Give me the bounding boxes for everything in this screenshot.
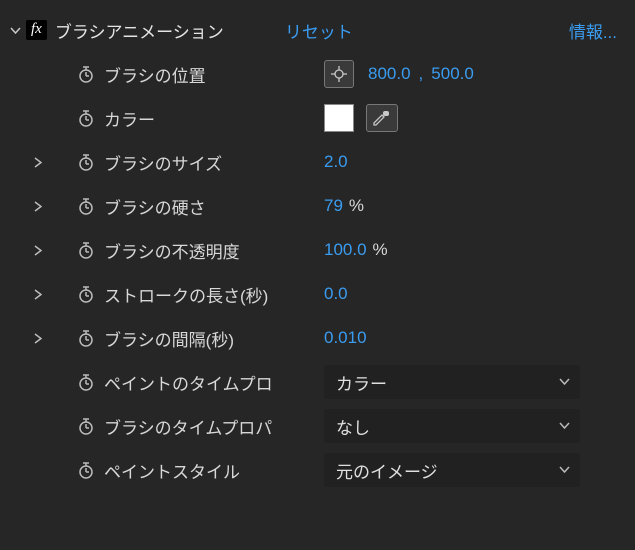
- label-brush-opacity: ブラシの不透明度: [104, 238, 324, 263]
- dropdown-selected: なし: [336, 414, 370, 439]
- expand-brush-size[interactable]: [6, 157, 68, 168]
- stopwatch-icon: [76, 372, 96, 392]
- prop-row-color: カラー: [0, 96, 635, 140]
- effect-header-row: fx ブラシアニメーション リセット 情報...: [0, 8, 635, 52]
- crosshair-icon: [330, 65, 348, 83]
- stopwatch-brush-time-prop[interactable]: [68, 416, 104, 436]
- eyedropper-button[interactable]: [366, 104, 398, 132]
- value-brush-spacing: 0.010: [324, 328, 635, 348]
- brush-size-value[interactable]: 2.0: [324, 152, 348, 172]
- effect-panel: fx ブラシアニメーション リセット 情報... ブラシの位置: [0, 0, 635, 492]
- dropdown-selected: 元のイメージ: [336, 458, 438, 483]
- value-brush-time-prop: なし: [324, 409, 635, 443]
- crosshair-button[interactable]: [324, 60, 354, 88]
- prop-row-brush-size: ブラシのサイズ 2.0: [0, 140, 635, 184]
- value-color: [324, 104, 635, 132]
- effect-disclosure[interactable]: [6, 25, 24, 36]
- value-brush-hardness: 79%: [324, 196, 635, 216]
- prop-row-brush-position: ブラシの位置 800.0, 500.0: [0, 52, 635, 96]
- stopwatch-icon: [76, 196, 96, 216]
- stroke-length-value[interactable]: 0.0: [324, 284, 348, 304]
- stopwatch-icon: [76, 152, 96, 172]
- dropdown-paint-time-prop[interactable]: カラー: [324, 365, 580, 399]
- position-y[interactable]: 500.0: [431, 64, 474, 84]
- expand-brush-spacing[interactable]: [6, 333, 68, 344]
- chevron-right-icon: [34, 201, 42, 212]
- chevron-down-icon: [559, 378, 570, 386]
- brush-opacity-unit: %: [373, 240, 388, 260]
- position-x[interactable]: 800.0: [368, 64, 411, 84]
- stopwatch-icon: [76, 240, 96, 260]
- position-comma: ,: [419, 64, 424, 84]
- eyedropper-icon: [372, 110, 392, 126]
- stopwatch-brush-size[interactable]: [68, 152, 104, 172]
- stopwatch-icon: [76, 284, 96, 304]
- dropdown-selected: カラー: [336, 370, 387, 395]
- prop-row-paint-time-prop: ペイントのタイムプロ カラー: [0, 360, 635, 404]
- expand-brush-hardness[interactable]: [6, 201, 68, 212]
- stopwatch-icon: [76, 460, 96, 480]
- chevron-right-icon: [34, 289, 42, 300]
- stopwatch-brush-opacity[interactable]: [68, 240, 104, 260]
- brush-opacity-value[interactable]: 100.0: [324, 240, 367, 260]
- prop-row-brush-spacing: ブラシの間隔(秒) 0.010: [0, 316, 635, 360]
- stopwatch-icon: [76, 108, 96, 128]
- stopwatch-brush-position[interactable]: [68, 64, 104, 84]
- label-brush-time-prop: ブラシのタイムプロパ: [104, 414, 324, 439]
- chevron-down-icon: [559, 466, 570, 474]
- color-swatch[interactable]: [324, 104, 354, 132]
- label-paint-time-prop: ペイントのタイムプロ: [104, 370, 324, 395]
- value-paint-style: 元のイメージ: [324, 453, 635, 487]
- brush-hardness-value[interactable]: 79: [324, 196, 343, 216]
- dropdown-brush-time-prop[interactable]: なし: [324, 409, 580, 443]
- label-brush-hardness: ブラシの硬さ: [104, 194, 324, 219]
- reset-link[interactable]: リセット: [285, 18, 353, 43]
- stopwatch-stroke-length[interactable]: [68, 284, 104, 304]
- label-brush-spacing: ブラシの間隔(秒): [104, 326, 324, 351]
- label-color: カラー: [104, 106, 324, 131]
- stopwatch-icon: [76, 64, 96, 84]
- brush-hardness-unit: %: [349, 196, 364, 216]
- stopwatch-paint-time-prop[interactable]: [68, 372, 104, 392]
- prop-row-brush-hardness: ブラシの硬さ 79%: [0, 184, 635, 228]
- dropdown-paint-style[interactable]: 元のイメージ: [324, 453, 580, 487]
- value-stroke-length: 0.0: [324, 284, 635, 304]
- value-brush-opacity: 100.0%: [324, 240, 635, 260]
- stopwatch-brush-spacing[interactable]: [68, 328, 104, 348]
- label-paint-style: ペイントスタイル: [104, 458, 324, 483]
- stopwatch-brush-hardness[interactable]: [68, 196, 104, 216]
- prop-row-brush-time-prop: ブラシのタイムプロパ なし: [0, 404, 635, 448]
- label-stroke-length: ストロークの長さ(秒): [104, 282, 324, 307]
- stopwatch-icon: [76, 416, 96, 436]
- prop-row-stroke-length: ストロークの長さ(秒) 0.0: [0, 272, 635, 316]
- chevron-right-icon: [34, 157, 42, 168]
- label-brush-size: ブラシのサイズ: [104, 150, 324, 175]
- label-brush-position: ブラシの位置: [104, 62, 324, 87]
- prop-row-brush-opacity: ブラシの不透明度 100.0%: [0, 228, 635, 272]
- chevron-right-icon: [34, 333, 42, 344]
- brush-spacing-value[interactable]: 0.010: [324, 328, 367, 348]
- chevron-down-icon: [559, 422, 570, 430]
- effect-name[interactable]: ブラシアニメーション: [55, 18, 285, 43]
- stopwatch-color[interactable]: [68, 108, 104, 128]
- expand-stroke-length[interactable]: [6, 289, 68, 300]
- prop-row-paint-style: ペイントスタイル 元のイメージ: [0, 448, 635, 492]
- value-brush-position: 800.0, 500.0: [324, 60, 635, 88]
- about-link[interactable]: 情報...: [569, 18, 617, 43]
- chevron-right-icon: [34, 245, 42, 256]
- fx-badge[interactable]: fx: [26, 20, 47, 40]
- expand-brush-opacity[interactable]: [6, 245, 68, 256]
- stopwatch-paint-style[interactable]: [68, 460, 104, 480]
- stopwatch-icon: [76, 328, 96, 348]
- value-paint-time-prop: カラー: [324, 365, 635, 399]
- value-brush-size: 2.0: [324, 152, 635, 172]
- chevron-down-icon: [10, 25, 21, 36]
